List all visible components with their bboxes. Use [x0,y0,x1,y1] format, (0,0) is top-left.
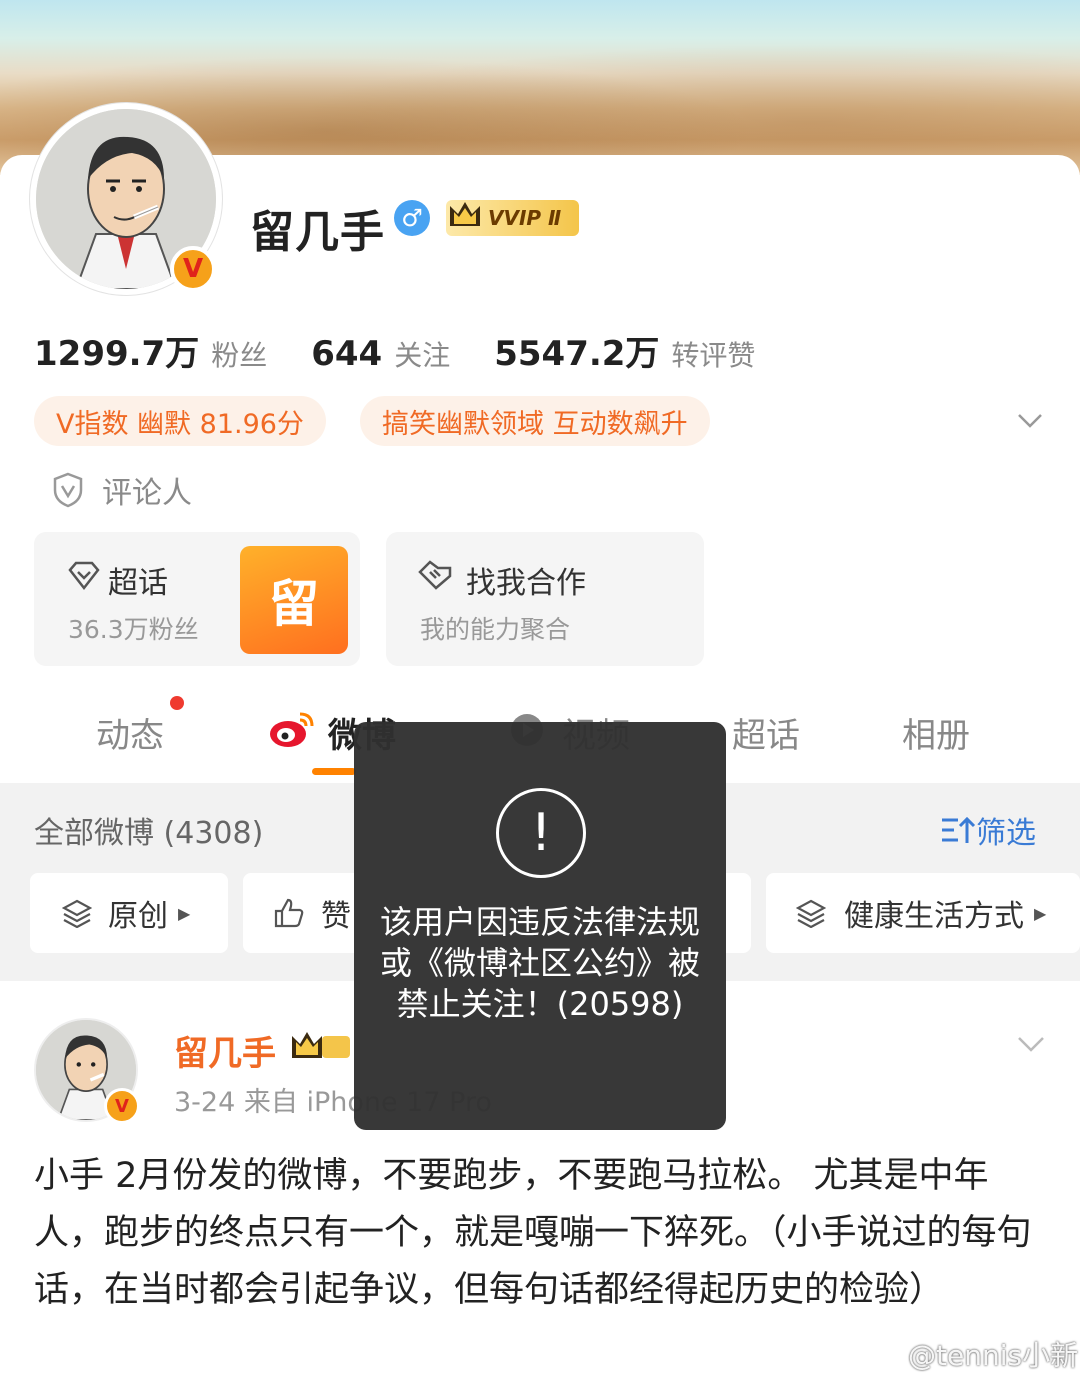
cooperate-title: 找我合作 [466,566,586,601]
followers-count[interactable]: 1299.7万 [34,326,199,375]
filter-icon [942,816,976,843]
profile-stats: 1299.7万 粉丝 644 关注 5547.2万 转评赞 [34,326,799,375]
tab-dynamic[interactable]: 动态 [96,708,164,757]
layers-icon [796,899,826,928]
chip-healthy-lifestyle-label: 健康生活方式 [844,899,1024,934]
role-row: 评论人 [52,468,192,512]
filter-button[interactable]: 筛选 [940,808,1036,852]
supertopic-title: 超话 [108,566,168,601]
chip-healthy-lifestyle[interactable]: 健康生活方式 ▶ [766,873,1080,953]
thumbs-up-icon [274,898,304,928]
vvip-label: VVIP Ⅱ [488,206,562,230]
profile-name: 留几手 [250,207,385,258]
all-weibo-count[interactable]: 全部微博 (4308) [34,808,263,852]
chip-like-label: 赞 [321,899,351,934]
diamond-icon [68,561,100,591]
error-toast: ! 该用户因违反法律法规或《微博社区公约》被禁止关注！(20598) [354,722,726,1130]
post-more-chevron-icon[interactable] [1016,1028,1046,1058]
gender-male-icon: ♂ [394,200,430,236]
post-text: 小手 2月份发的微博，不要跑步，不要跑马拉松。 尤其是中年人，跑步的终点只有一个… [34,1156,1032,1310]
following-label: 关注 [394,339,451,372]
role-label: 评论人 [102,476,192,511]
supertopic-subtitle: 36.3万粉丝 [68,615,199,644]
shield-icon [53,472,83,508]
interactions-label: 转评赞 [671,339,756,372]
verified-badge: V [170,246,216,292]
following-count[interactable]: 644 [311,334,382,374]
filter-label: 筛选 [976,816,1036,851]
watermark-text: @tennis小新 [908,1339,1079,1372]
toast-message: 该用户因违反法律法规或《微博社区公约》被禁止关注！(20598) [379,903,700,1023]
chip-original[interactable]: 原创 ▶ [30,873,228,953]
v-index-tag[interactable]: V指数 幽默 81.96分 [34,396,326,446]
watermark: @tennis小新 [862,1334,1078,1374]
field-tag[interactable]: 搞笑幽默领域 互动数飙升 [360,396,710,446]
crown-icon [292,1032,350,1058]
handshake-icon [418,560,452,590]
layers-icon [62,899,92,928]
chip-original-label: 原创 [108,899,168,934]
tab-supertopic[interactable]: 超话 [732,708,800,757]
post-author-name[interactable]: 留几手 [174,1026,276,1075]
supertopic-logo: 留 [240,546,348,654]
interactions-count: 5547.2万 [494,334,660,374]
followers-label: 粉丝 [211,339,268,372]
tab-album[interactable]: 相册 [902,708,970,757]
exclamation-icon: ! [496,788,586,878]
weibo-logo-icon [270,712,314,747]
weibo-watermark-icon [863,1340,900,1369]
chip-arrow-icon: ▶ [1034,903,1047,923]
chip-arrow-icon: ▶ [178,903,191,923]
post-verified-badge: V [104,1088,140,1124]
unread-dot [170,696,184,710]
crown-icon [450,202,480,226]
chevron-down-icon[interactable] [1016,406,1044,434]
cooperate-subtitle: 我的能力聚合 [420,615,571,644]
active-tab-indicator [312,768,356,775]
